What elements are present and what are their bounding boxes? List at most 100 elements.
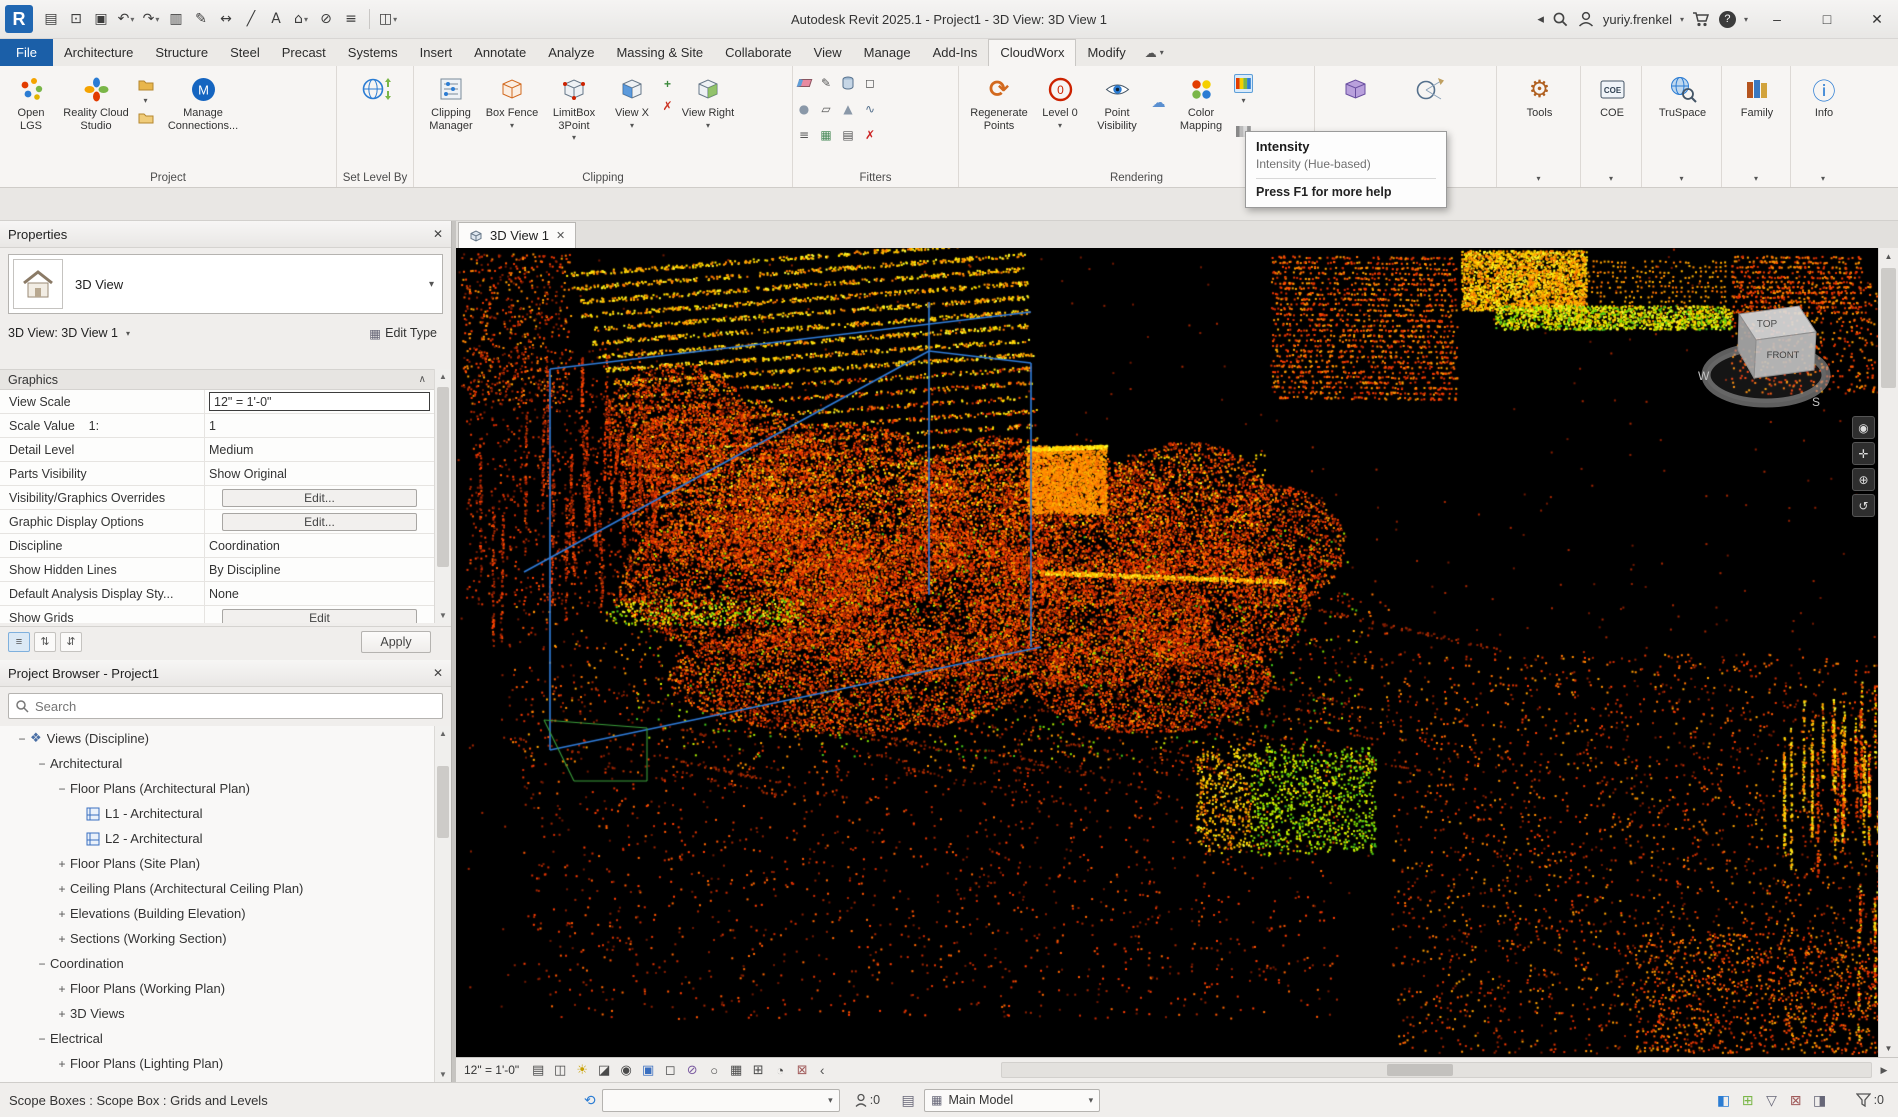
panel-flyout-tools[interactable]: ▾ bbox=[1497, 169, 1580, 187]
scrollbar-thumb[interactable] bbox=[437, 766, 449, 838]
revit-logo-icon[interactable]: R bbox=[5, 5, 33, 33]
face-select-icon[interactable]: ◨ bbox=[1808, 1089, 1832, 1111]
user-menu-caret-icon[interactable]: ▾ bbox=[1680, 15, 1684, 24]
coe-button[interactable]: COE COE bbox=[1587, 69, 1637, 120]
panel-flyout-truspace[interactable]: ▾ bbox=[1642, 169, 1721, 187]
ribbon-tab-annotate[interactable]: Annotate bbox=[463, 39, 537, 66]
fit-delete-icon[interactable]: ✗ bbox=[861, 126, 880, 145]
cart-icon[interactable] bbox=[1692, 11, 1711, 28]
graphics-section-header[interactable]: Graphics ∧ bbox=[0, 369, 434, 390]
covered-ribbon-button-1[interactable] bbox=[1329, 69, 1381, 106]
scroll-down-icon[interactable]: ▼ bbox=[1879, 1040, 1898, 1057]
properties-header[interactable]: Properties ✕ bbox=[0, 221, 451, 248]
folder-caret-icon[interactable]: ▾ bbox=[143, 96, 147, 105]
sort-default-icon[interactable]: ≡ bbox=[8, 632, 30, 652]
editable-only-indicator[interactable]: :0 bbox=[854, 1093, 880, 1108]
tree-item-floor-plans-lighting[interactable]: +Floor Plans (Lighting Plan) bbox=[0, 1051, 434, 1076]
zoom-icon[interactable]: ⊕ bbox=[1852, 468, 1875, 491]
close-view-icon[interactable]: ✕ bbox=[556, 229, 565, 242]
search-input[interactable] bbox=[35, 699, 436, 714]
tree-item-l1[interactable]: L1 - Architectural bbox=[0, 801, 434, 826]
tree-item-floor-plans-site[interactable]: +Floor Plans (Site Plan) bbox=[0, 851, 434, 876]
browser-close-icon[interactable]: ✕ bbox=[433, 666, 443, 680]
panel-label-set-level-by[interactable]: Set Level By bbox=[337, 169, 413, 187]
full-navigation-wheel-icon[interactable]: ◉ bbox=[1852, 416, 1875, 439]
open-lgs-button[interactable]: Open LGS bbox=[6, 69, 56, 132]
fit-plane-icon[interactable]: ▱ bbox=[817, 100, 836, 119]
show-constraints-icon[interactable]: ⊠ bbox=[791, 1060, 813, 1080]
dimension-icon[interactable]: ↔ bbox=[214, 6, 238, 32]
ribbon-tab-file[interactable]: File bbox=[0, 39, 53, 66]
type-selector[interactable]: 3D View ▾ bbox=[8, 254, 443, 314]
box-fence-button[interactable]: Box Fence ▾ bbox=[484, 69, 540, 130]
tree-item-architectural[interactable]: −Architectural bbox=[0, 751, 434, 776]
help-menu-caret-icon[interactable]: ▾ bbox=[1744, 15, 1748, 24]
tree-item-elevations[interactable]: +Elevations (Building Elevation) bbox=[0, 901, 434, 926]
ribbon-display-dropdown[interactable]: ☁▾ bbox=[1145, 39, 1164, 66]
show-analytical-model-icon[interactable]: ⊞ bbox=[747, 1060, 769, 1080]
reality-cloud-studio-button[interactable]: Reality Cloud Studio bbox=[58, 69, 134, 132]
view-x-button[interactable]: View X ▾ bbox=[608, 69, 656, 130]
ribbon-tab-view[interactable]: View bbox=[803, 39, 853, 66]
point-visibility-button[interactable]: Point Visibility bbox=[1087, 69, 1147, 132]
tree-item-sections[interactable]: +Sections (Working Section) bbox=[0, 926, 434, 951]
ribbon-tab-structure[interactable]: Structure bbox=[144, 39, 219, 66]
ribbon-tab-systems[interactable]: Systems bbox=[337, 39, 409, 66]
username[interactable]: yuriy.frenkel bbox=[1603, 12, 1672, 27]
panel-flyout-family[interactable]: ▾ bbox=[1722, 169, 1790, 187]
clipping-manager-button[interactable]: Clipping Manager bbox=[420, 69, 482, 132]
tree-item-l2[interactable]: L2 - Architectural bbox=[0, 826, 434, 851]
redo-icon[interactable]: ↷▾ bbox=[139, 6, 163, 32]
fit-cone-icon[interactable]: ▲ bbox=[839, 100, 858, 119]
sort-ascending-icon[interactable]: ⇅ bbox=[34, 632, 56, 652]
viewcube[interactable]: W S TOP FRONT bbox=[1694, 290, 1844, 430]
fit-grid-icon[interactable]: ▦ bbox=[817, 126, 836, 145]
temporary-view-properties-icon[interactable]: ▦ bbox=[725, 1060, 747, 1080]
scroll-right-icon[interactable]: ▶ bbox=[1876, 1062, 1892, 1078]
properties-scrollbar[interactable]: ▲ ▼ bbox=[434, 369, 451, 623]
browser-header[interactable]: Project Browser - Project1 ✕ bbox=[0, 660, 451, 687]
property-row[interactable]: Default Analysis Display Sty...None bbox=[0, 582, 434, 606]
scrollbar-thumb[interactable] bbox=[437, 387, 449, 567]
property-row[interactable]: Show Hidden LinesBy Discipline bbox=[0, 558, 434, 582]
scrollbar-thumb[interactable] bbox=[1881, 268, 1896, 388]
ribbon-tab-cloudworx[interactable]: CloudWorx bbox=[988, 39, 1076, 66]
workset-dropdown[interactable]: ▾ bbox=[602, 1089, 840, 1112]
property-row[interactable]: Parts VisibilityShow Original bbox=[0, 462, 434, 486]
shadows-icon[interactable]: ◪ bbox=[593, 1060, 615, 1080]
tree-item-ceiling-plans[interactable]: +Ceiling Plans (Architectural Ceiling Pl… bbox=[0, 876, 434, 901]
tree-item-floor-plans-working[interactable]: +Floor Plans (Working Plan) bbox=[0, 976, 434, 1001]
folder-icon[interactable] bbox=[136, 108, 155, 127]
open-folder-icon[interactable] bbox=[136, 74, 155, 93]
selection-filter[interactable]: :0 bbox=[1856, 1093, 1884, 1107]
fit-pipe-icon[interactable]: ∿ bbox=[861, 100, 880, 119]
set-level-by-button[interactable] bbox=[353, 69, 399, 106]
pinned-select-icon[interactable]: ⊠ bbox=[1784, 1089, 1808, 1111]
default-3d-view-icon[interactable]: ⌂▾ bbox=[289, 6, 313, 32]
design-options-dropdown[interactable]: ▦ Main Model ▾ bbox=[924, 1089, 1100, 1112]
underlay-select-icon[interactable]: ▽ bbox=[1760, 1089, 1784, 1111]
ribbon-tab-insert[interactable]: Insert bbox=[409, 39, 464, 66]
view-vertical-scrollbar[interactable]: ▲ ▼ bbox=[1878, 248, 1898, 1057]
view-horizontal-scrollbar[interactable] bbox=[1001, 1062, 1872, 1078]
scroll-down-icon[interactable]: ▼ bbox=[435, 608, 451, 623]
worksharing-display-icon[interactable]: ◔ bbox=[769, 1060, 791, 1080]
limitbox-3point-button[interactable]: LimitBox 3Point ▾ bbox=[542, 69, 606, 142]
view-scale-button[interactable]: 12" = 1'-0" bbox=[456, 1063, 527, 1077]
truspace-button[interactable]: TruSpace bbox=[1652, 69, 1714, 120]
ribbon-tab-steel[interactable]: Steel bbox=[219, 39, 271, 66]
sun-path-icon[interactable]: ☀ bbox=[571, 1060, 593, 1080]
info-button[interactable]: ⓘ Info bbox=[1799, 69, 1849, 120]
save-icon[interactable]: ▣ bbox=[89, 6, 113, 32]
temporary-hide-isolate-icon[interactable]: ⊘ bbox=[681, 1060, 703, 1080]
project-icon[interactable]: ▤ bbox=[39, 6, 63, 32]
user-avatar-icon[interactable] bbox=[1577, 10, 1595, 28]
help-icon[interactable]: ? bbox=[1719, 11, 1736, 28]
ribbon-tab-analyze[interactable]: Analyze bbox=[537, 39, 605, 66]
detail-level-icon[interactable]: ▤ bbox=[527, 1060, 549, 1080]
tree-item-floor-plans-arch[interactable]: −Floor Plans (Architectural Plan) bbox=[0, 776, 434, 801]
measure-icon[interactable]: ✎ bbox=[189, 6, 213, 32]
switch-windows-icon[interactable]: ◫▾ bbox=[376, 6, 400, 32]
minimize-button[interactable]: – bbox=[1756, 0, 1798, 38]
render-icon[interactable]: ◉ bbox=[615, 1060, 637, 1080]
